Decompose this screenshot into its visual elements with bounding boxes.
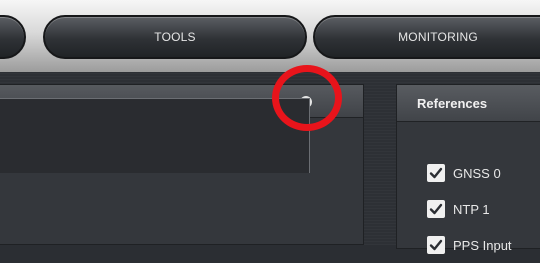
checkbox[interactable] xyxy=(427,236,445,254)
nav-tab-label: TOOLS xyxy=(154,30,196,44)
checkmark-icon xyxy=(429,203,443,215)
references-panel: References GNSS 0 NTP 1 PPS Input xyxy=(396,84,540,254)
nav-tab-tools[interactable]: TOOLS xyxy=(43,15,307,59)
checkmark-icon xyxy=(429,239,443,251)
references-list: GNSS 0 NTP 1 PPS Input xyxy=(427,155,512,263)
reference-label: GNSS 0 xyxy=(453,165,501,181)
reference-label: NTP 1 xyxy=(453,201,490,217)
panel-title: References xyxy=(417,95,488,111)
checkmark-icon xyxy=(429,167,443,179)
nav-tab-monitoring[interactable]: MONITORING xyxy=(313,15,540,59)
top-nav-bar: TOOLS MONITORING xyxy=(0,0,540,72)
reference-item-gnss[interactable]: GNSS 0 xyxy=(427,155,512,191)
nav-tab-partial[interactable] xyxy=(0,15,26,59)
reference-item-ntp[interactable]: NTP 1 xyxy=(427,191,512,227)
checkbox[interactable] xyxy=(427,164,445,182)
checkbox[interactable] xyxy=(427,200,445,218)
references-panel-header: References xyxy=(397,85,540,122)
content-box xyxy=(0,98,310,173)
reference-label: PPS Input xyxy=(453,237,512,253)
nav-tab-label: MONITORING xyxy=(398,30,478,44)
reference-item-pps[interactable]: PPS Input xyxy=(427,227,512,263)
